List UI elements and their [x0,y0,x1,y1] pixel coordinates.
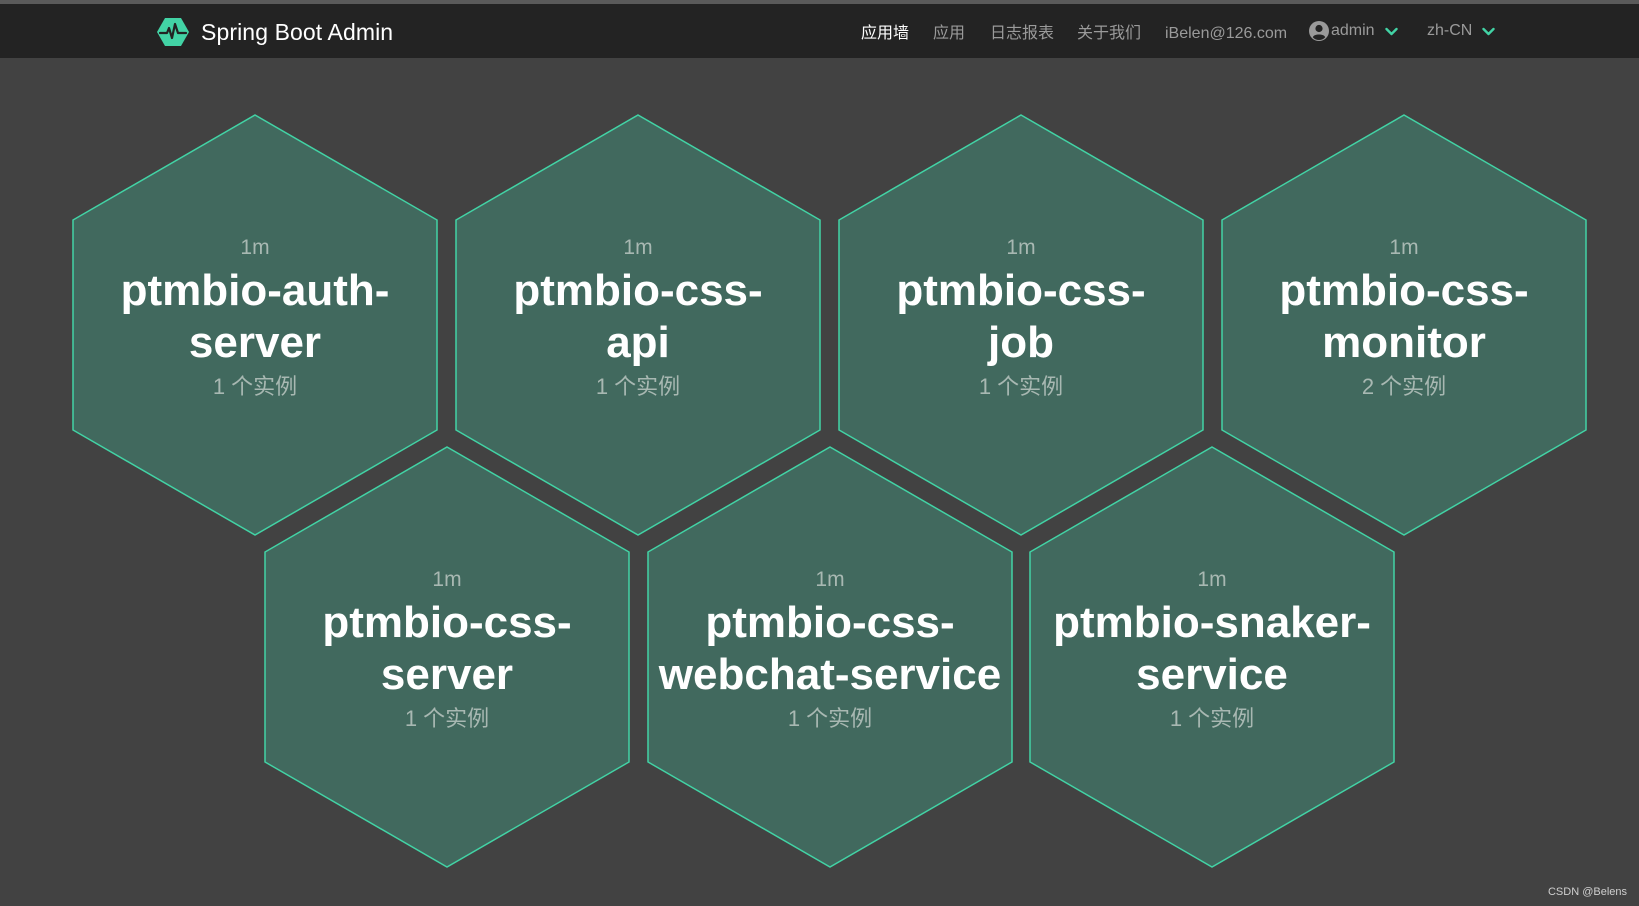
watermark: CSDN @Belens [1547,886,1627,898]
nav-item-app-wall[interactable]: 应用墙 [861,24,909,44]
application-hexagon[interactable] [72,114,438,536]
application-wall [72,114,1587,868]
nav-item-applications[interactable]: 应用 [933,24,965,44]
language-label: zh-CN [1427,22,1473,39]
nav-item-about-us[interactable]: 关于我们 [1077,24,1141,44]
navbar: Spring Boot Admin 应用墙 应用 日志报表 关于我们 iBele… [0,4,1639,58]
application-hexagon[interactable] [455,114,821,536]
application-hexagon[interactable] [1029,446,1395,868]
user-avatar-icon [1309,21,1329,41]
user-menu[interactable]: admin [1309,21,1398,41]
nav-item-log-report[interactable]: 日志报表 [990,24,1054,44]
language-menu[interactable]: zh-CN [1427,21,1496,41]
application-hexagon[interactable] [1221,114,1587,536]
brand-title: Spring Boot Admin [201,18,394,45]
heartbeat-logo-icon [157,18,189,46]
chevron-down-icon [1482,27,1496,35]
application-hexagon[interactable] [838,114,1204,536]
nav-item-email[interactable]: iBelen@126.com [1165,24,1287,44]
chevron-down-icon [1384,27,1398,35]
application-hexagon[interactable] [647,446,1013,868]
user-name: admin [1331,22,1375,39]
brand[interactable]: Spring Boot Admin [157,16,393,48]
application-hexagon[interactable] [264,446,630,868]
